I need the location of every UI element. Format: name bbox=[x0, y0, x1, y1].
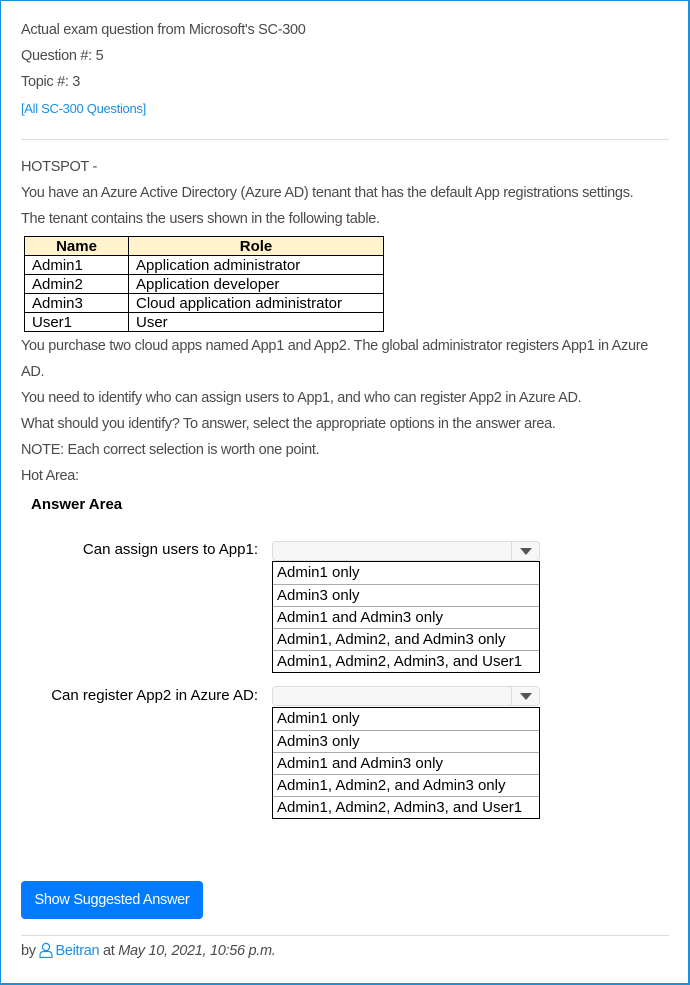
cell-role: Cloud application administrator bbox=[128, 293, 384, 313]
table-row: User1 User bbox=[24, 312, 384, 332]
hot-area-label: Hot Area: bbox=[21, 468, 79, 484]
table-row: Admin3 Cloud application administrator bbox=[24, 293, 384, 313]
post-date: May 10, 2021, 10:56 p.m. bbox=[118, 943, 276, 959]
at-label: at bbox=[103, 943, 115, 959]
column-header: Role bbox=[128, 236, 384, 256]
cell-name: Admin1 bbox=[24, 255, 129, 275]
chevron-down-icon[interactable] bbox=[511, 542, 539, 560]
options-list-app1: Admin1 only Admin3 only Admin1 and Admin… bbox=[272, 561, 540, 673]
all-questions-link[interactable]: [All SC-300 Questions] bbox=[21, 101, 146, 116]
question-text: You purchase two cloud apps named App1 a… bbox=[21, 338, 649, 354]
option[interactable]: Admin1 and Admin3 only bbox=[273, 606, 539, 628]
question-text: AD. bbox=[21, 364, 45, 380]
table-row: Admin1 Application administrator bbox=[24, 255, 384, 275]
option[interactable]: Admin1, Admin2, and Admin3 only bbox=[273, 628, 539, 650]
column-header: Name bbox=[24, 236, 129, 256]
question-number: Question #: 5 bbox=[21, 48, 104, 64]
question-label-app2: Can register App2 in Azure AD: bbox=[51, 687, 258, 704]
note-text: NOTE: Each correct selection is worth on… bbox=[21, 442, 320, 458]
by-label: by bbox=[21, 943, 36, 959]
topic-number: Topic #: 3 bbox=[21, 74, 81, 90]
cell-name: Admin3 bbox=[24, 293, 129, 313]
option[interactable]: Admin1 only bbox=[273, 562, 539, 584]
cell-name: User1 bbox=[24, 312, 129, 332]
option[interactable]: Admin1 and Admin3 only bbox=[273, 752, 539, 774]
option[interactable]: Admin3 only bbox=[273, 730, 539, 752]
table-row: Admin2 Application developer bbox=[24, 274, 384, 294]
question-label-app1: Can assign users to App1: bbox=[82, 541, 258, 558]
divider bbox=[21, 935, 669, 936]
question-text: What should you identify? To answer, sel… bbox=[21, 416, 556, 432]
show-suggested-answer-button[interactable]: Show Suggested Answer bbox=[21, 881, 203, 919]
option[interactable]: Admin1 only bbox=[273, 708, 539, 730]
answer-area-title: Answer Area bbox=[31, 496, 123, 513]
question-text: You have an Azure Active Directory (Azur… bbox=[21, 185, 634, 201]
options-list-app2: Admin1 only Admin3 only Admin1 and Admin… bbox=[272, 707, 540, 819]
cell-role: Application developer bbox=[128, 274, 384, 294]
cell-role: Application administrator bbox=[128, 255, 384, 275]
author-link[interactable]: Beitran bbox=[39, 942, 100, 959]
exam-source: Actual exam question from Microsoft's SC… bbox=[21, 22, 306, 38]
question-text: The tenant contains the users shown in t… bbox=[21, 211, 380, 227]
page-frame bbox=[0, 0, 690, 985]
chevron-down-icon[interactable] bbox=[511, 687, 539, 705]
option[interactable]: Admin1, Admin2, Admin3, and User1 bbox=[273, 796, 539, 818]
post-meta: by Beitran at May 10, 2021, 10:56 p.m. bbox=[21, 942, 276, 959]
option[interactable]: Admin1, Admin2, and Admin3 only bbox=[273, 774, 539, 796]
cell-name: Admin2 bbox=[24, 274, 129, 294]
dropdown-app2[interactable] bbox=[272, 686, 540, 706]
question-text: You need to identify who can assign user… bbox=[21, 390, 582, 406]
user-icon bbox=[39, 942, 54, 958]
option[interactable]: Admin1, Admin2, Admin3, and User1 bbox=[273, 650, 539, 672]
cell-role: User bbox=[128, 312, 384, 332]
dropdown-app1[interactable] bbox=[272, 541, 540, 561]
divider bbox=[21, 139, 669, 140]
users-table: Name Role Admin1 Application administrator… bbox=[24, 236, 384, 332]
option[interactable]: Admin3 only bbox=[273, 584, 539, 606]
author-name[interactable]: Beitran bbox=[55, 943, 99, 959]
hotspot-label: HOTSPOT - bbox=[21, 159, 97, 175]
